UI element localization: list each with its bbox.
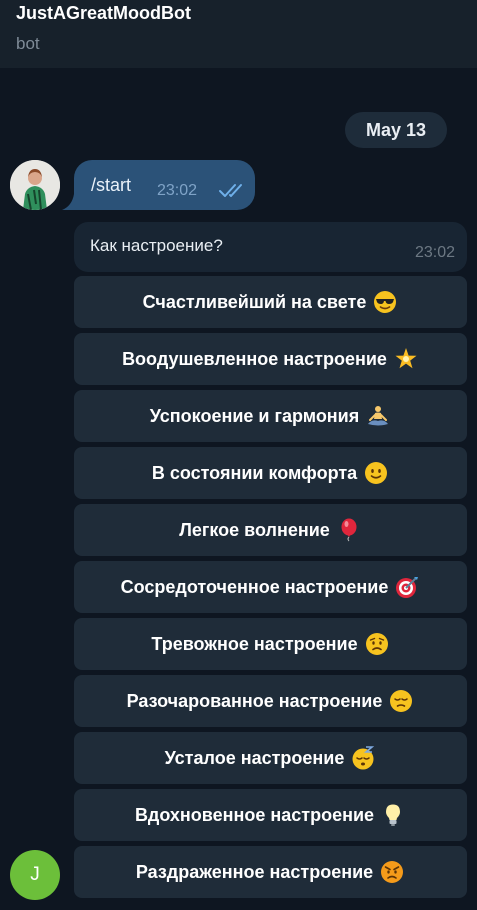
mood-button-happiest[interactable]: Счастливейший на свете xyxy=(74,276,467,328)
mood-button-label: Вдохновенное настроение xyxy=(134,804,375,825)
outgoing-message-time: 23:02 xyxy=(157,182,198,199)
incoming-message-text: Как настроение? xyxy=(90,236,223,255)
worried-face-icon xyxy=(364,631,390,657)
angry-face-icon xyxy=(379,859,405,885)
chat-header: JustAGreatMoodBot bot xyxy=(0,0,477,68)
mood-button-calm[interactable]: Успокоение и гармония xyxy=(74,390,467,442)
mood-button-tired[interactable]: Усталое настроение xyxy=(74,732,467,784)
mood-button-label: Легкое волнение xyxy=(179,519,330,540)
mood-button-label: Раздраженное настроение xyxy=(135,861,374,882)
mood-button-label: Счастливейший на свете xyxy=(142,291,367,312)
chat-title[interactable]: JustAGreatMoodBot xyxy=(16,3,191,24)
chat-subtitle: bot xyxy=(16,34,40,53)
outgoing-message[interactable]: /start 23:02 xyxy=(74,160,255,210)
disappointed-face-icon xyxy=(388,688,414,714)
mood-button-label: Разочарованное настроение xyxy=(126,690,383,711)
double-check-icon xyxy=(219,184,242,197)
sunglasses-face-icon xyxy=(372,289,398,315)
meditating-person-icon xyxy=(365,403,391,429)
mood-button-focused[interactable]: Сосредоточенное настроение xyxy=(74,561,467,613)
mood-button-disappointed[interactable]: Разочарованное настроение xyxy=(74,675,467,727)
light-bulb-icon xyxy=(380,802,406,828)
mood-button-label: Сосредоточенное настроение xyxy=(120,576,389,597)
balloon-icon xyxy=(336,517,362,543)
mood-button-label: В состоянии комфорта xyxy=(151,462,358,483)
outgoing-message-text: /start xyxy=(91,175,132,195)
mood-button-comfort[interactable]: В состоянии комфорта xyxy=(74,447,467,499)
target-dart-icon xyxy=(394,574,420,600)
slight-smile-icon xyxy=(363,460,389,486)
bot-avatar[interactable]: J xyxy=(10,850,60,900)
mood-button-label: Тревожное настроение xyxy=(151,633,358,654)
glowing-star-icon xyxy=(393,346,419,372)
mood-button-label: Успокоение и гармония xyxy=(149,405,360,426)
mood-button-irritated[interactable]: Раздраженное настроение xyxy=(74,846,467,898)
mood-button-light-excitement[interactable]: Легкое волнение xyxy=(74,504,467,556)
mood-button-label: Усталое настроение xyxy=(164,747,345,768)
date-separator: May 13 xyxy=(345,112,447,148)
mood-button-inspired[interactable]: Воодушевленное настроение xyxy=(74,333,467,385)
incoming-message[interactable]: Как настроение? 23:02 xyxy=(74,222,467,272)
sleeping-face-icon xyxy=(350,745,376,771)
mood-button-anxious[interactable]: Тревожное настроение xyxy=(74,618,467,670)
incoming-message-time: 23:02 xyxy=(414,244,455,261)
mood-button-inspired-2[interactable]: Вдохновенное настроение xyxy=(74,789,467,841)
user-avatar[interactable] xyxy=(10,160,60,210)
mood-button-label: Воодушевленное настроение xyxy=(122,348,387,369)
